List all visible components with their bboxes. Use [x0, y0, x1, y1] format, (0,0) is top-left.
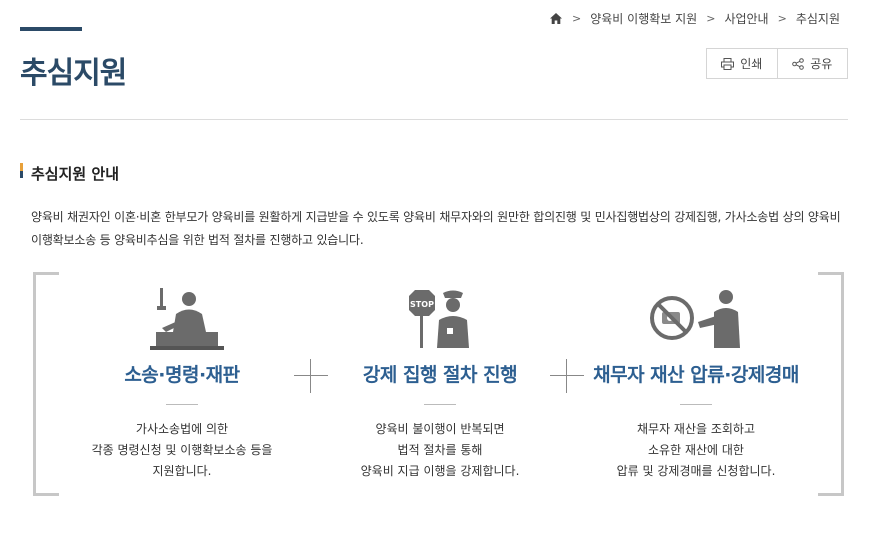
- title-accent-bar: [20, 27, 82, 31]
- step-enforcement: STOP 강제 집행 절차 진행 양육비 불이행이 반복되면 법적 절차를 통해…: [325, 280, 555, 482]
- step-label: 채무자 재산 압류·강제경매: [593, 364, 799, 386]
- step-litigation: 소송·명령·재판 가사소송법에 의한 각종 명령신청 및 이행확보소송 등을 지…: [67, 280, 297, 482]
- right-bracket: [818, 272, 844, 496]
- page-title: 추심지원: [20, 56, 127, 91]
- step-description: 양육비 불이행이 반복되면 법적 절차를 통해 양육비 지급 이행을 강제합니다…: [360, 422, 520, 478]
- step-label: 소송·명령·재판: [124, 364, 240, 386]
- print-label: 인쇄: [740, 57, 763, 71]
- step-asset-seizure: 채무자 재산 압류·강제경매 채무자 재산을 조회하고 소유한 재산에 대한 압…: [581, 280, 811, 482]
- printer-icon: [721, 57, 735, 70]
- svg-text:STOP: STOP: [410, 300, 434, 309]
- share-button[interactable]: 공유: [776, 49, 848, 78]
- step-description: 가사소송법에 의한 각종 명령신청 및 이행확보소송 등을 지원합니다.: [91, 422, 273, 478]
- share-label: 공유: [810, 57, 833, 71]
- breadcrumb-item-business[interactable]: 사업안내: [724, 10, 768, 27]
- plus-divider: [550, 359, 584, 393]
- asset-seizure-icon: [581, 280, 811, 350]
- share-icon: [792, 57, 805, 70]
- breadcrumb-separator-icon: >: [777, 12, 787, 25]
- page-tools: 인쇄 공유: [706, 48, 848, 79]
- section-marker: [20, 163, 23, 178]
- section-title: 추심지원 안내: [31, 165, 120, 183]
- header-divider: [20, 119, 848, 120]
- left-bracket: [33, 272, 59, 496]
- breadcrumb-separator-icon: >: [572, 12, 582, 25]
- breadcrumb-separator-icon: >: [706, 12, 716, 25]
- breadcrumb-item-support[interactable]: 양육비 이행확보 지원: [590, 10, 697, 27]
- police-stop-icon: STOP: [325, 280, 555, 350]
- print-button[interactable]: 인쇄: [707, 49, 777, 78]
- step-underline: [424, 404, 456, 405]
- step-label: 강제 집행 절차 진행: [362, 364, 518, 386]
- breadcrumb-item-current[interactable]: 추심지원: [796, 10, 840, 27]
- home-icon[interactable]: [549, 12, 563, 25]
- step-underline: [166, 404, 198, 405]
- plus-divider: [294, 359, 328, 393]
- step-description: 채무자 재산을 조회하고 소유한 재산에 대한 압류 및 강제경매를 신청합니다…: [616, 422, 776, 478]
- judge-icon: [67, 280, 297, 350]
- breadcrumb: > 양육비 이행확보 지원 > 사업안내 > 추심지원: [549, 10, 840, 27]
- section-description: 양육비 채권자인 이혼·비혼 한부모가 양육비를 원활하게 지급받을 수 있도록…: [31, 210, 841, 247]
- step-underline: [680, 404, 712, 405]
